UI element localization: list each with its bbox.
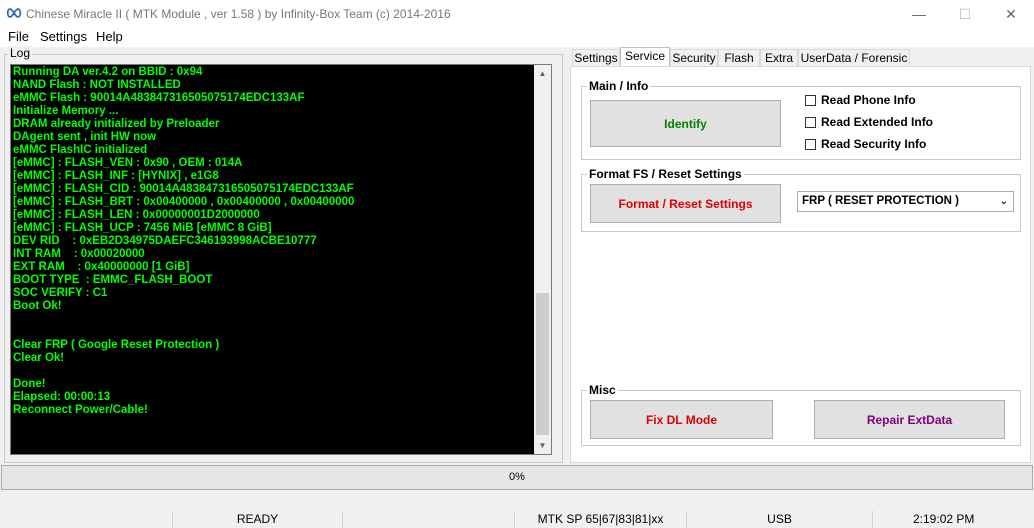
tab-security[interactable]: Security bbox=[670, 49, 718, 66]
status-bar: READY MTK SP 65|67|83|81|xx USB 2:19:02 … bbox=[0, 511, 1034, 528]
main-info-label: Main / Info bbox=[587, 79, 651, 93]
format-label: Format FS / Reset Settings bbox=[587, 167, 744, 181]
log-line: Done! bbox=[13, 378, 46, 390]
log-line: Initialize Memory ... bbox=[13, 105, 119, 117]
scroll-up-icon[interactable]: ▲ bbox=[534, 65, 551, 82]
reset-mode-value: FRP ( RESET PROTECTION ) bbox=[802, 195, 959, 207]
menu-bar: File Settings Help bbox=[0, 28, 1034, 47]
status-port: USB bbox=[686, 511, 872, 528]
log-line: EXT RAM : 0x40000000 [1 GiB] bbox=[13, 261, 190, 273]
close-button[interactable]: ✕ bbox=[988, 0, 1034, 28]
log-line: Reconnect Power/Cable! bbox=[13, 404, 148, 416]
log-line: [eMMC] : FLASH_INF : [HYNIX] , e1G8 bbox=[13, 170, 219, 182]
tab-flash[interactable]: Flash bbox=[718, 49, 760, 66]
log-line: Clear Ok! bbox=[13, 352, 65, 364]
repair-extdata-button[interactable]: Repair ExtData bbox=[814, 400, 1005, 439]
read-phone-info-label: Read Phone Info bbox=[821, 93, 916, 107]
read-extended-info-checkbox[interactable]: Read Extended Info bbox=[805, 115, 933, 129]
format-reset-button[interactable]: Format / Reset Settings bbox=[590, 184, 781, 223]
log-line: Boot Ok! bbox=[13, 300, 62, 312]
tab-userdata-forensic[interactable]: UserData / Forensic bbox=[798, 49, 910, 66]
fix-dl-mode-button[interactable]: Fix DL Mode bbox=[590, 400, 773, 439]
reset-mode-select[interactable]: FRP ( RESET PROTECTION ) ⌄ bbox=[797, 191, 1014, 212]
tab-service[interactable]: Service bbox=[620, 47, 670, 67]
minimize-button[interactable]: — bbox=[896, 0, 942, 28]
progress-bar: 0% bbox=[1, 465, 1033, 490]
log-scrollbar[interactable]: ▲ ▼ bbox=[534, 65, 551, 454]
checkbox-box bbox=[805, 138, 816, 150]
window-title: Chinese Miracle II ( MTK Module , ver 1.… bbox=[26, 7, 451, 21]
log-line: NAND Flash : NOT INSTALLED bbox=[13, 79, 181, 91]
log-line: eMMC FlashIC initialized bbox=[13, 144, 148, 156]
status-platform: MTK SP 65|67|83|81|xx bbox=[514, 511, 686, 528]
menu-help[interactable]: Help bbox=[96, 29, 123, 44]
log-line: SOC VERIFY : C1 bbox=[13, 287, 108, 299]
log-line: Elapsed: 00:00:13 bbox=[13, 391, 111, 403]
log-line: Running DA ver.4.2 on BBID : 0x94 bbox=[13, 66, 203, 78]
read-security-info-checkbox[interactable]: Read Security Info bbox=[805, 137, 926, 151]
log-line: BOOT TYPE : EMMC_FLASH_BOOT bbox=[13, 274, 213, 286]
misc-label: Misc bbox=[587, 383, 618, 397]
menu-file[interactable]: File bbox=[8, 29, 29, 44]
menu-settings[interactable]: Settings bbox=[40, 29, 87, 44]
log-line: [eMMC] : FLASH_BRT : 0x00400000 , 0x0040… bbox=[13, 196, 355, 208]
log-line: [eMMC] : FLASH_LEN : 0x00000001D2000000 bbox=[13, 209, 260, 221]
log-output[interactable]: Running DA ver.4.2 on BBID : 0x94 NAND Fl… bbox=[10, 64, 552, 455]
log-line: DAgent sent , init HW now bbox=[13, 131, 157, 143]
log-line: DEV RID : 0xEB2D34975DAEFC346193998ACBE1… bbox=[13, 235, 317, 247]
chevron-down-icon: ⌄ bbox=[999, 196, 1008, 207]
log-line: [eMMC] : FLASH_CID : 90014A4838473165050… bbox=[13, 183, 354, 195]
read-security-info-label: Read Security Info bbox=[821, 137, 927, 151]
log-line: [eMMC] : FLASH_UCP : 7456 MiB [eMMC 8 Gi… bbox=[13, 222, 272, 234]
tab-settings[interactable]: Settings bbox=[572, 49, 620, 66]
scroll-thumb[interactable] bbox=[536, 293, 549, 435]
title-bar: Chinese Miracle II ( MTK Module , ver 1.… bbox=[0, 0, 1034, 28]
tab-extra[interactable]: Extra bbox=[760, 49, 798, 66]
log-line: [eMMC] : FLASH_VEN : 0x90 , OEM : 014A bbox=[13, 157, 243, 169]
read-phone-info-checkbox[interactable]: Read Phone Info bbox=[805, 93, 916, 107]
close-icon: ✕ bbox=[1005, 5, 1017, 22]
status-time: 2:19:02 PM bbox=[872, 511, 1034, 528]
status-empty bbox=[342, 511, 514, 528]
spacer-strip bbox=[0, 492, 1034, 511]
log-line: DRAM already initialized by Preloader bbox=[13, 118, 220, 130]
maximize-icon: ☐ bbox=[958, 5, 972, 22]
log-line: INT RAM : 0x00020000 bbox=[13, 248, 145, 260]
log-label: Log bbox=[8, 46, 33, 60]
identify-button[interactable]: Identify bbox=[590, 100, 781, 147]
checkbox-box bbox=[805, 116, 816, 128]
infinity-logo-icon bbox=[6, 8, 22, 18]
checkbox-box bbox=[805, 94, 816, 106]
scroll-down-icon[interactable]: ▼ bbox=[534, 437, 551, 454]
log-lines: Running DA ver.4.2 on BBID : 0x94 NAND Fl… bbox=[13, 66, 533, 417]
status-state: READY bbox=[172, 511, 342, 528]
log-line: Clear FRP ( Google Reset Protection ) bbox=[13, 339, 220, 351]
log-line: eMMC Flash : 90014A483847316505075174EDC… bbox=[13, 92, 305, 104]
progress-text: 0% bbox=[509, 471, 525, 483]
minimize-icon: — bbox=[912, 6, 926, 22]
maximize-button[interactable]: ☐ bbox=[942, 0, 988, 28]
read-extended-info-label: Read Extended Info bbox=[821, 115, 934, 129]
